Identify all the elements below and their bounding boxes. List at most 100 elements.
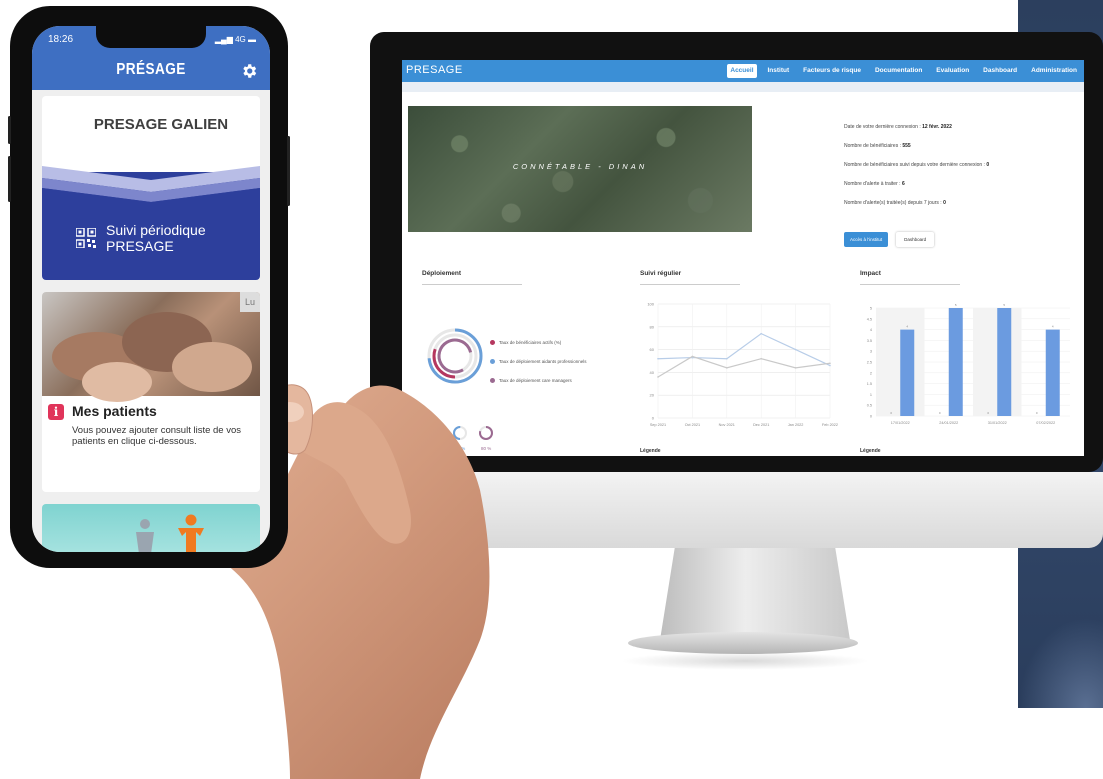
data-point (829, 364, 831, 367)
y-tick-label: 2.5 (867, 361, 872, 365)
nav-item-accueil[interactable]: Accueil (727, 64, 757, 78)
card2-text: Vous pouvez ajouter consult liste de vos… (72, 425, 241, 447)
card2-title: Mes patients (72, 403, 157, 419)
person-figure-icon (136, 519, 154, 552)
monitor-stand (660, 545, 850, 640)
info-alerts: Nombre d'alerte à traiter : 6 (844, 181, 905, 187)
info-buttons: Accès à l'institut Dashboard (844, 232, 935, 247)
y-tick-label: 20 (650, 393, 655, 398)
y-tick-label: 1.5 (867, 382, 872, 386)
y-tick-label: 5 (870, 307, 872, 311)
summary-info: Date de votre dernière connexion : 12 fé… (844, 124, 1054, 219)
x-tick-label: 24/01/2022 (939, 421, 958, 425)
bar-label: 0 (1036, 411, 1038, 415)
card-family[interactable] (42, 504, 260, 552)
nav-item-evaluation[interactable]: Evaluation (933, 64, 972, 78)
legend-label: Taux de déploiement care managers (499, 378, 572, 383)
bar-label: 0 (939, 411, 941, 415)
top-navbar: PRESAGE Accueil Institut Facteurs de ris… (402, 60, 1084, 82)
phone-device: 18:26 ▂▄▆ 4G ▬ PRÉSAGE PRESAGE GALIEN Su… (8, 6, 290, 568)
hands-photo (42, 292, 260, 402)
gear-icon[interactable] (240, 62, 258, 80)
line-legend-title: Légende (640, 448, 661, 454)
hero-image: CONNÉTABLE - DINAN (408, 106, 752, 232)
nav-item-institut[interactable]: Institut (765, 64, 793, 78)
nav-item-dashboard[interactable]: Dashboard (980, 64, 1020, 78)
legend-label: Taux de déploiement aidants professionne… (499, 359, 587, 364)
x-tick-label: 31/01/2022 (988, 421, 1007, 425)
phone-screen: 18:26 ▂▄▆ 4G ▬ PRÉSAGE PRESAGE GALIEN Su… (32, 26, 270, 552)
bar (948, 308, 963, 416)
phone-side-button (8, 116, 11, 144)
phone-notch (96, 26, 206, 48)
legend-item: Taux de déploiement care managers (490, 378, 572, 383)
data-point (657, 376, 659, 378)
brand-logo[interactable]: PRESAGE (406, 64, 463, 76)
nav-item-risk-factors[interactable]: Facteurs de risque (800, 64, 864, 78)
data-point (794, 367, 797, 369)
phone-side-button (8, 156, 11, 202)
card1-label-line1: Suivi périodique (106, 222, 206, 238)
y-tick-label: 4.5 (867, 317, 872, 321)
data-point (829, 362, 831, 365)
info-beneficiaries: Nombre de bénéficiaires : 555 (844, 143, 911, 149)
bar (1045, 329, 1060, 416)
photo-hand-shape (82, 362, 152, 402)
stand-shadow (620, 652, 870, 670)
y-tick-label: 100 (647, 302, 654, 307)
data-point (726, 367, 728, 369)
photo-hand-shape (172, 342, 252, 392)
section-rule (860, 284, 960, 285)
card1-chevron-band (42, 166, 260, 212)
bar-legend-title: Légende (860, 448, 881, 454)
data-point (760, 357, 762, 360)
card-presage-galien[interactable]: PRESAGE GALIEN Suivi périodique PRESAGE (42, 96, 260, 280)
institute-button[interactable]: Accès à l'institut (844, 232, 889, 247)
data-point (794, 348, 797, 351)
y-tick-label: 2 (870, 371, 872, 375)
person-figure-icon (178, 514, 204, 552)
legend-dot (490, 340, 495, 345)
bar (997, 308, 1012, 416)
sub-bar (402, 82, 1084, 92)
app-title: PRÉSAGE (116, 61, 186, 78)
y-tick-label: 40 (650, 370, 655, 375)
y-tick-label: 0 (870, 415, 872, 419)
legend-label: Taux de bénéficiaires actifs (%) (499, 340, 562, 345)
data-point (657, 357, 659, 360)
x-tick-label: 07/02/2022 (1036, 421, 1055, 425)
x-tick-label: Sep 2021 (650, 423, 666, 427)
legend-dot (490, 359, 495, 364)
section-rule (640, 284, 740, 285)
network-label: 4G (235, 35, 246, 44)
x-tick-label: Feb 2022 (822, 423, 838, 427)
card1-label-line2: PRESAGE (106, 238, 174, 254)
phone-side-button (287, 136, 290, 206)
line-chart: 0 20 40 60 80 100 Sep 2021 Oct 2021 Nov 2021 Dec … (647, 302, 838, 428)
desktop-screen: PRESAGE Accueil Institut Facteurs de ris… (402, 60, 1084, 456)
section-deployment-title: Déploiement (422, 270, 462, 277)
nav-item-administration[interactable]: Administration (1028, 64, 1080, 78)
legend-item: Taux de bénéficiaires actifs (%) (490, 340, 561, 345)
legend-item: Taux de déploiement aidants professionne… (490, 359, 587, 364)
section-impact-title: Impact (860, 270, 881, 277)
x-tick-label: Dec 2021 (753, 423, 769, 427)
card1-title: PRESAGE GALIEN (93, 116, 229, 133)
status-time: 18:26 (48, 34, 74, 45)
series-line (657, 355, 831, 378)
y-tick-label: 80 (650, 324, 655, 329)
info-last-login: Date de votre dernière connexion : 12 fé… (844, 124, 952, 130)
data-point (691, 355, 694, 358)
bar-label: 5 (1003, 303, 1005, 307)
y-tick-label: 1 (870, 393, 872, 397)
dashboard-button[interactable]: Dashboard (896, 232, 935, 247)
bar (900, 329, 915, 416)
card1-label: Suivi périodique PRESAGE (106, 222, 206, 254)
nav-item-documentation[interactable]: Documentation (872, 64, 925, 78)
card-mes-patients[interactable]: Lu i Mes patients Vous pouvez ajouter co… (42, 292, 260, 492)
qr-code-icon (76, 228, 96, 248)
signal-icon: ▂▄▆ (214, 35, 233, 44)
read-badge: Lu (240, 292, 260, 312)
monitor-base (628, 632, 858, 654)
app-header: PRÉSAGE (32, 52, 270, 90)
